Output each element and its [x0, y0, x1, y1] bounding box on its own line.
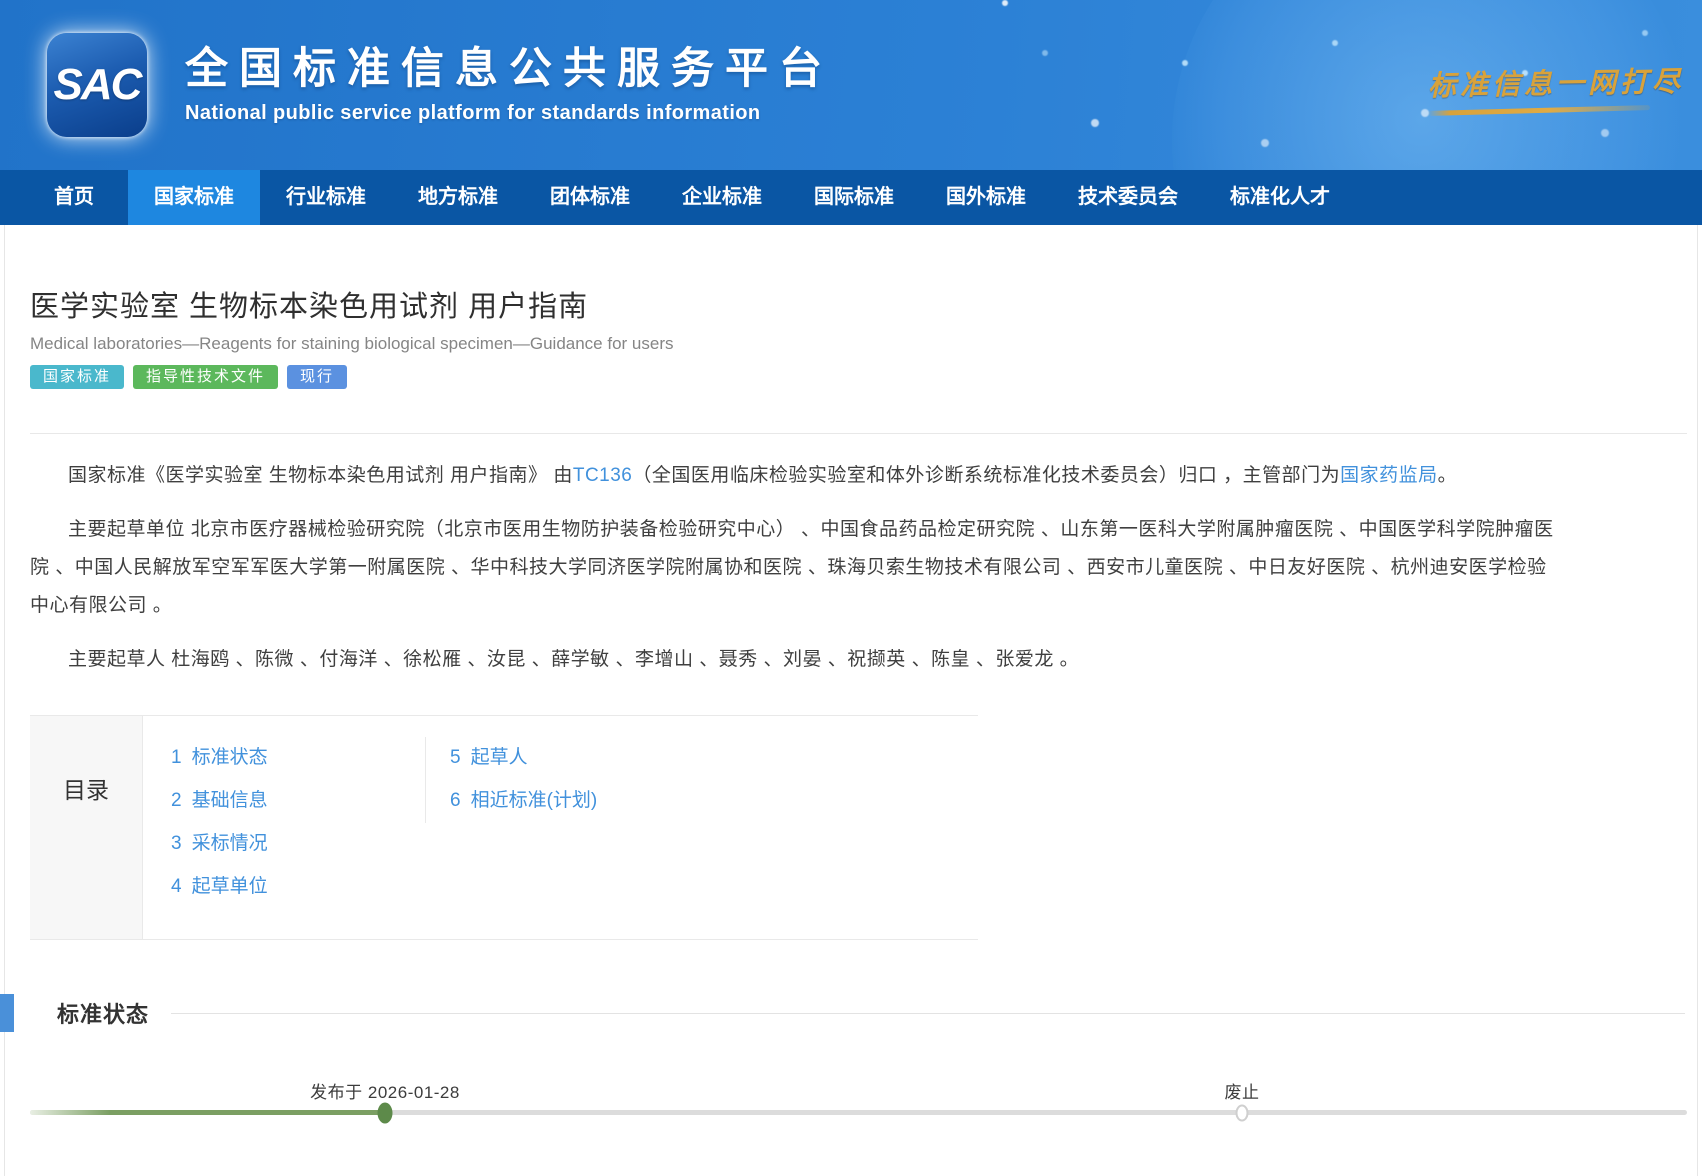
standard-status-section: 标准状态 发布于 2026-01-28 废止 [30, 996, 1687, 1158]
toc-box: 目录 1标准状态 2基础信息 3采标情况 4起草单位 5起草人 6相近标准(计划… [30, 715, 978, 940]
nav-item-local-standards[interactable]: 地方标准 [392, 170, 524, 225]
toc-columns: 1标准状态 2基础信息 3采标情况 4起草单位 5起草人 6相近标准(计划) [143, 716, 978, 939]
nav-item-foreign-standards[interactable]: 国外标准 [920, 170, 1052, 225]
nav-item-technical-committees[interactable]: 技术委员会 [1052, 170, 1204, 225]
page-body: 医学实验室 生物标本染色用试剂 用户指南 Medical laboratorie… [4, 225, 1698, 1176]
site-subtitle: National public service platform for sta… [185, 102, 833, 125]
toc-item: 4起草单位 [171, 866, 425, 909]
toc-link-drafting-organizations[interactable]: 4起草单位 [171, 876, 268, 897]
toc-item: 2基础信息 [171, 780, 425, 823]
badge-row: 国家标准 指导性技术文件 现行 [30, 365, 1687, 389]
timeline-progress [30, 1110, 392, 1115]
nav-item-enterprise-standards[interactable]: 企业标准 [656, 170, 788, 225]
toc-link-basic-info[interactable]: 2基础信息 [171, 790, 268, 811]
section-header: 标准状态 [30, 996, 1687, 1030]
toc-item: 3采标情况 [171, 823, 425, 866]
toc-column-2: 5起草人 6相近标准(计划) [425, 737, 597, 823]
paragraph-governance-mid: （全国医用临床检验实验室和体外诊断系统标准化技术委员会）归口 ，主管部门为 [632, 465, 1340, 486]
nav-item-national-standards[interactable]: 国家标准 [128, 170, 260, 225]
nav-item-international-standards[interactable]: 国际标准 [788, 170, 920, 225]
paragraph-governance: 国家标准《医学实验室 生物标本染色用试剂 用户指南》 由TC136（全国医用临床… [30, 457, 1560, 495]
badge-national-standard: 国家标准 [30, 365, 124, 389]
status-timeline: 发布于 2026-01-28 废止 [30, 1078, 1687, 1158]
toc-item: 5起草人 [450, 737, 597, 780]
toc-link-standard-status[interactable]: 1标准状态 [171, 747, 268, 768]
timeline-end-marker [1236, 1104, 1249, 1121]
site-titles: 全国标准信息公共服务平台 National public service pla… [185, 45, 833, 125]
standard-summary: 国家标准《医学实验室 生物标本染色用试剂 用户指南》 由TC136（全国医用临床… [30, 457, 1687, 679]
toc-link-similar-standards[interactable]: 6相近标准(计划) [450, 790, 597, 811]
nav-item-group-standards[interactable]: 团体标准 [524, 170, 656, 225]
published-date-label: 发布于 2026-01-28 [310, 1078, 460, 1103]
toc-link-drafters[interactable]: 5起草人 [450, 747, 528, 768]
section-accent-bar [0, 994, 14, 1032]
nav-item-industry-standards[interactable]: 行业标准 [260, 170, 392, 225]
nav-item-standardization-talent[interactable]: 标准化人才 [1204, 170, 1356, 225]
sac-logo-text: SAC [54, 60, 141, 110]
badge-current-status: 现行 [287, 365, 347, 389]
toc-item: 6相近标准(计划) [450, 780, 597, 823]
main-nav: 首页 国家标准 行业标准 地方标准 团体标准 企业标准 国际标准 国外标准 技术… [0, 170, 1702, 225]
regulator-link[interactable]: 国家药监局 [1340, 465, 1438, 486]
paragraph-governance-end: 。 [1438, 465, 1458, 486]
section-title: 标准状态 [57, 997, 149, 1029]
nav-item-home[interactable]: 首页 [20, 170, 128, 225]
standard-title-en: Medical laboratories—Reagents for staini… [30, 334, 1687, 354]
timeline-current-marker [378, 1102, 393, 1123]
abolished-label: 废止 [1225, 1078, 1260, 1103]
timeline-track [30, 1110, 1687, 1115]
site-header: SAC 全国标准信息公共服务平台 National public service… [0, 0, 1702, 170]
tc136-link[interactable]: TC136 [573, 465, 633, 486]
toc-column-1: 1标准状态 2基础信息 3采标情况 4起草单位 [143, 737, 425, 909]
sac-logo[interactable]: SAC [47, 33, 147, 137]
badge-guiding-technical-document: 指导性技术文件 [133, 365, 278, 389]
standard-title: 医学实验室 生物标本染色用试剂 用户指南 [30, 283, 1687, 325]
site-title: 全国标准信息公共服务平台 [185, 45, 833, 94]
paragraph-governance-text: 国家标准《医学实验室 生物标本染色用试剂 用户指南》 由 [68, 465, 573, 486]
toc-link-adoption-info[interactable]: 3采标情况 [171, 833, 268, 854]
paragraph-drafting-organizations: 主要起草单位 北京市医疗器械检验研究院（北京市医用生物防护装备检验研究中心） 、… [30, 511, 1560, 625]
toc-label: 目录 [30, 716, 143, 939]
paragraph-drafters: 主要起草人 杜海鸥 、陈微 、付海洋 、徐松雁 、汝昆 、薛学敏 、李增山 、聂… [30, 641, 1560, 679]
content-divider [30, 433, 1687, 434]
toc-item: 1标准状态 [171, 737, 425, 780]
section-rule [171, 1013, 1685, 1014]
